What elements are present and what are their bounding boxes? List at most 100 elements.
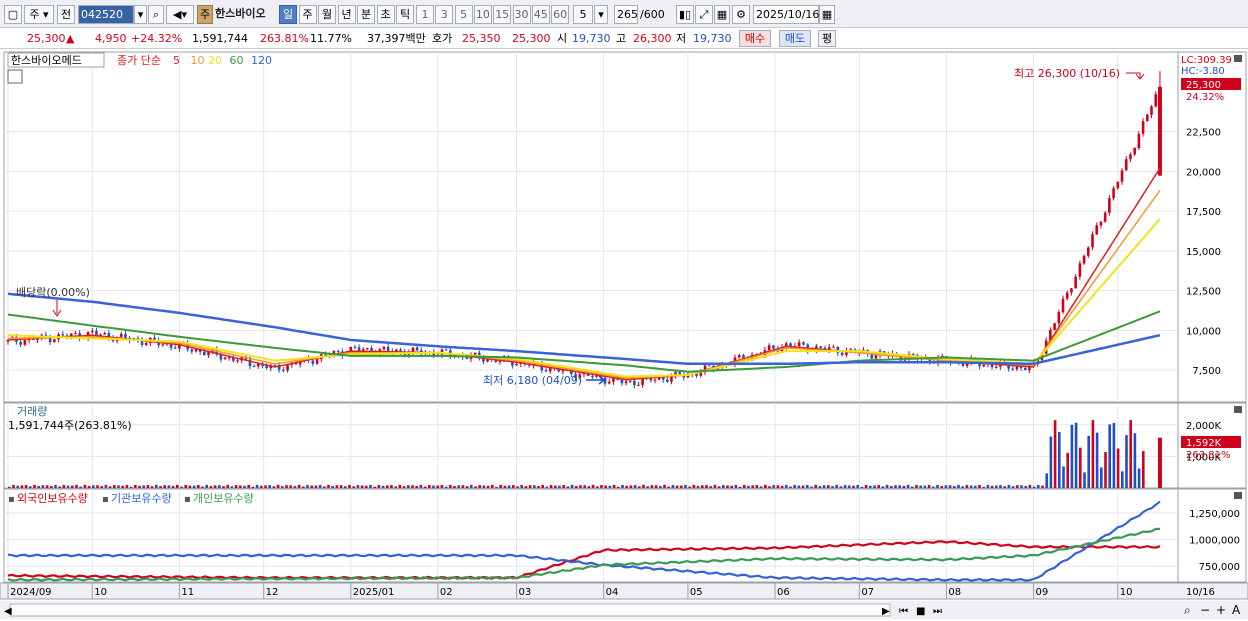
volume-bar (533, 485, 536, 488)
candle-body (653, 379, 657, 381)
volume-bar (642, 484, 645, 488)
volume-bar (722, 485, 725, 488)
volume-bar (785, 484, 788, 488)
volume-panel-title: 거래량 (17, 405, 47, 418)
volume-bar (264, 485, 267, 488)
period-tab-6[interactable]: 틱 (396, 5, 414, 24)
volume-bar (323, 486, 326, 488)
period-tab-5[interactable]: 초 (376, 5, 395, 24)
volume-bar (1121, 471, 1124, 488)
volume-bar (1028, 484, 1032, 488)
buy-button[interactable]: 매수 (739, 30, 771, 47)
volume-bar (407, 485, 410, 488)
period-tab-1[interactable]: 주 (298, 5, 317, 24)
axis-frame-0 (1177, 51, 1247, 403)
volume-bar (1020, 485, 1023, 488)
volume-bar (1074, 422, 1078, 488)
price-tick-0: 22,500 (1186, 128, 1221, 139)
volume-bar (87, 485, 91, 488)
interval-button-60[interactable]: 60 (551, 5, 570, 24)
interval-button-5[interactable]: 5 (454, 5, 473, 24)
volume-bar (818, 485, 822, 488)
interval-button-1[interactable]: 1 (416, 5, 434, 24)
interval-button-3[interactable]: 3 (435, 5, 454, 24)
period-tab-0[interactable]: 일 (279, 5, 297, 24)
candle-body (1065, 292, 1069, 299)
price-tick-4: 12,500 (1186, 287, 1221, 298)
candle-body (265, 365, 268, 369)
draw-tool-icon[interactable]: ⤢ (695, 5, 713, 24)
volume-bar (1037, 484, 1040, 488)
volume-bar (24, 485, 28, 488)
volume-bar (201, 486, 204, 488)
volume-bar (297, 484, 301, 488)
gear-icon[interactable]: ⚙ (732, 5, 750, 24)
volume-bar (688, 486, 691, 488)
volume-bar (654, 485, 658, 488)
volume-bar (944, 485, 948, 488)
volume-bar (633, 485, 637, 488)
interval-dropdown-icon[interactable]: ▾ (594, 5, 608, 24)
calculator-icon[interactable] (7, 69, 23, 84)
stock-code-input[interactable]: 042520 (78, 5, 134, 24)
chart-canvas[interactable]: 2024/09 10 11 12 2025/01 02 03 04 05 06 07 08 09 10 10… (0, 50, 1248, 621)
vol-panel-close-icon[interactable] (1234, 406, 1242, 413)
candle-body (637, 384, 640, 386)
volume-bar (969, 485, 973, 488)
candle-body (1015, 366, 1019, 370)
volume-bar (348, 484, 351, 488)
grid-icon[interactable]: ▦ (714, 5, 730, 24)
hold-panel-close-icon[interactable] (1234, 492, 1242, 499)
volume-bar (365, 485, 368, 488)
x-label-11: 08 (948, 587, 961, 598)
interval-select[interactable]: 5 (573, 5, 593, 24)
code-dropdown-icon[interactable]: ▾ (134, 5, 147, 24)
volume-bar (268, 485, 271, 488)
volume-bar (558, 485, 561, 488)
candle-body (1053, 323, 1056, 330)
price-tick-6: 7,500 (1192, 366, 1221, 377)
volume-bar (814, 484, 817, 488)
ma-period-20: 20 (208, 54, 222, 67)
volume-bar (113, 485, 116, 488)
eval-button[interactable]: 평 (818, 30, 836, 47)
market-type-select[interactable]: 주 ▾ (24, 5, 54, 24)
interval-button-45[interactable]: 45 (531, 5, 550, 24)
interval-button-10[interactable]: 10 (473, 5, 492, 24)
volume-bar (398, 484, 402, 488)
candle-body (708, 365, 711, 367)
candle-body (252, 366, 256, 368)
calendar-icon[interactable]: ▦ (819, 5, 835, 24)
volume-bar (1041, 485, 1044, 488)
volume-bar (1079, 447, 1082, 488)
date-input[interactable]: 2025/10/16 (753, 5, 819, 24)
count-input[interactable]: 265 (614, 5, 638, 24)
scrollbar-thumb[interactable] (9, 603, 891, 617)
volume-bar (835, 484, 838, 488)
prev-button[interactable]: 전 (57, 5, 75, 24)
sound-icon[interactable]: ◀▾ (166, 5, 194, 24)
volume-bar (1070, 424, 1074, 488)
period-tab-3[interactable]: 년 (337, 5, 356, 24)
interval-button-15[interactable]: 15 (493, 5, 512, 24)
search-icon[interactable]: ⌕ (148, 5, 164, 24)
period-tab-2[interactable]: 월 (318, 5, 336, 24)
interval-button-30[interactable]: 30 (512, 5, 531, 24)
sell-button[interactable]: 매도 (779, 30, 811, 47)
volume-bar (8, 486, 11, 488)
volume-bar (520, 484, 523, 488)
candle-body (144, 342, 148, 345)
candle-body (591, 375, 594, 377)
zoom-control-0: ⌕ (1184, 603, 1191, 617)
period-tab-4[interactable]: 분 (357, 5, 375, 24)
price-panel-close-icon[interactable] (1234, 55, 1242, 62)
candle-body (1129, 154, 1132, 160)
ma-label: 종가 단순 (117, 54, 161, 67)
open-value: 19,730 (572, 32, 611, 45)
volume-bar (222, 486, 225, 488)
candle-type-icon[interactable]: ▮▯ (676, 5, 694, 24)
open-label: 시 (557, 32, 568, 45)
window-icon[interactable]: ▢ (4, 5, 22, 24)
candle-body (1116, 181, 1120, 189)
volume-bar (831, 486, 834, 488)
